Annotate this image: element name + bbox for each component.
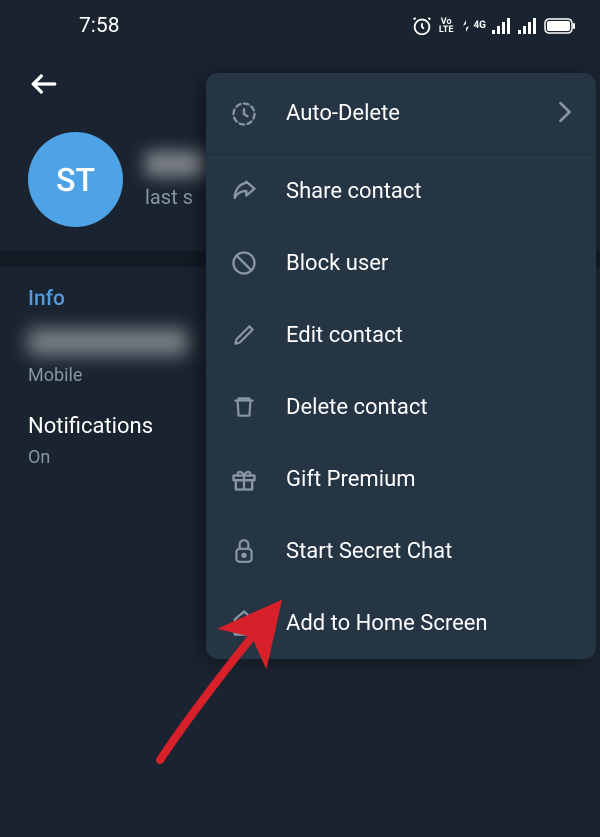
battery-icon [544, 18, 576, 34]
network-4g-icon: 4G [461, 20, 486, 32]
menu-label: Block user [286, 251, 572, 276]
menu-label: Auto-Delete [286, 101, 530, 126]
alarm-icon [411, 15, 433, 37]
menu-label: Share contact [286, 179, 572, 204]
menu-item-delete-contact[interactable]: Delete contact [206, 371, 596, 443]
menu-label: Delete contact [286, 395, 572, 420]
menu-label: Edit contact [286, 323, 572, 348]
menu-item-secret-chat[interactable]: Start Secret Chat [206, 515, 596, 587]
block-icon [230, 249, 258, 277]
share-icon [230, 177, 258, 205]
timer-icon [230, 100, 258, 128]
menu-item-gift-premium[interactable]: Gift Premium [206, 443, 596, 515]
trash-icon [230, 393, 258, 421]
lock-icon [230, 537, 258, 565]
contact-name-redacted [145, 151, 205, 177]
options-dropdown: Auto-Delete Share contact Block user Edi… [206, 73, 596, 659]
avatar[interactable]: ST [28, 132, 123, 227]
menu-label: Gift Premium [286, 467, 572, 492]
menu-item-block-user[interactable]: Block user [206, 227, 596, 299]
menu-label: Add to Home Screen [286, 611, 572, 636]
pencil-icon [230, 321, 258, 349]
gift-icon [230, 465, 258, 493]
last-seen-label: last s [145, 185, 205, 209]
signal-1-icon [492, 18, 512, 34]
status-icons-group: VoLTE 4G [411, 15, 576, 37]
menu-item-share-contact[interactable]: Share contact [206, 155, 596, 227]
avatar-initials: ST [56, 161, 95, 199]
home-add-icon [230, 609, 258, 637]
status-time: 7:58 [79, 14, 120, 38]
menu-item-add-home[interactable]: Add to Home Screen [206, 587, 596, 659]
status-bar: 7:58 VoLTE 4G [0, 0, 600, 48]
profile-text: last s [145, 151, 205, 209]
signal-2-icon [518, 18, 538, 34]
back-arrow-icon[interactable] [28, 68, 60, 104]
phone-number-redacted[interactable] [28, 329, 188, 355]
menu-item-autodelete[interactable]: Auto-Delete [206, 73, 596, 155]
menu-label: Start Secret Chat [286, 539, 572, 564]
chevron-right-icon [558, 101, 572, 127]
menu-item-edit-contact[interactable]: Edit contact [206, 299, 596, 371]
volte-icon: VoLTE [439, 18, 454, 34]
